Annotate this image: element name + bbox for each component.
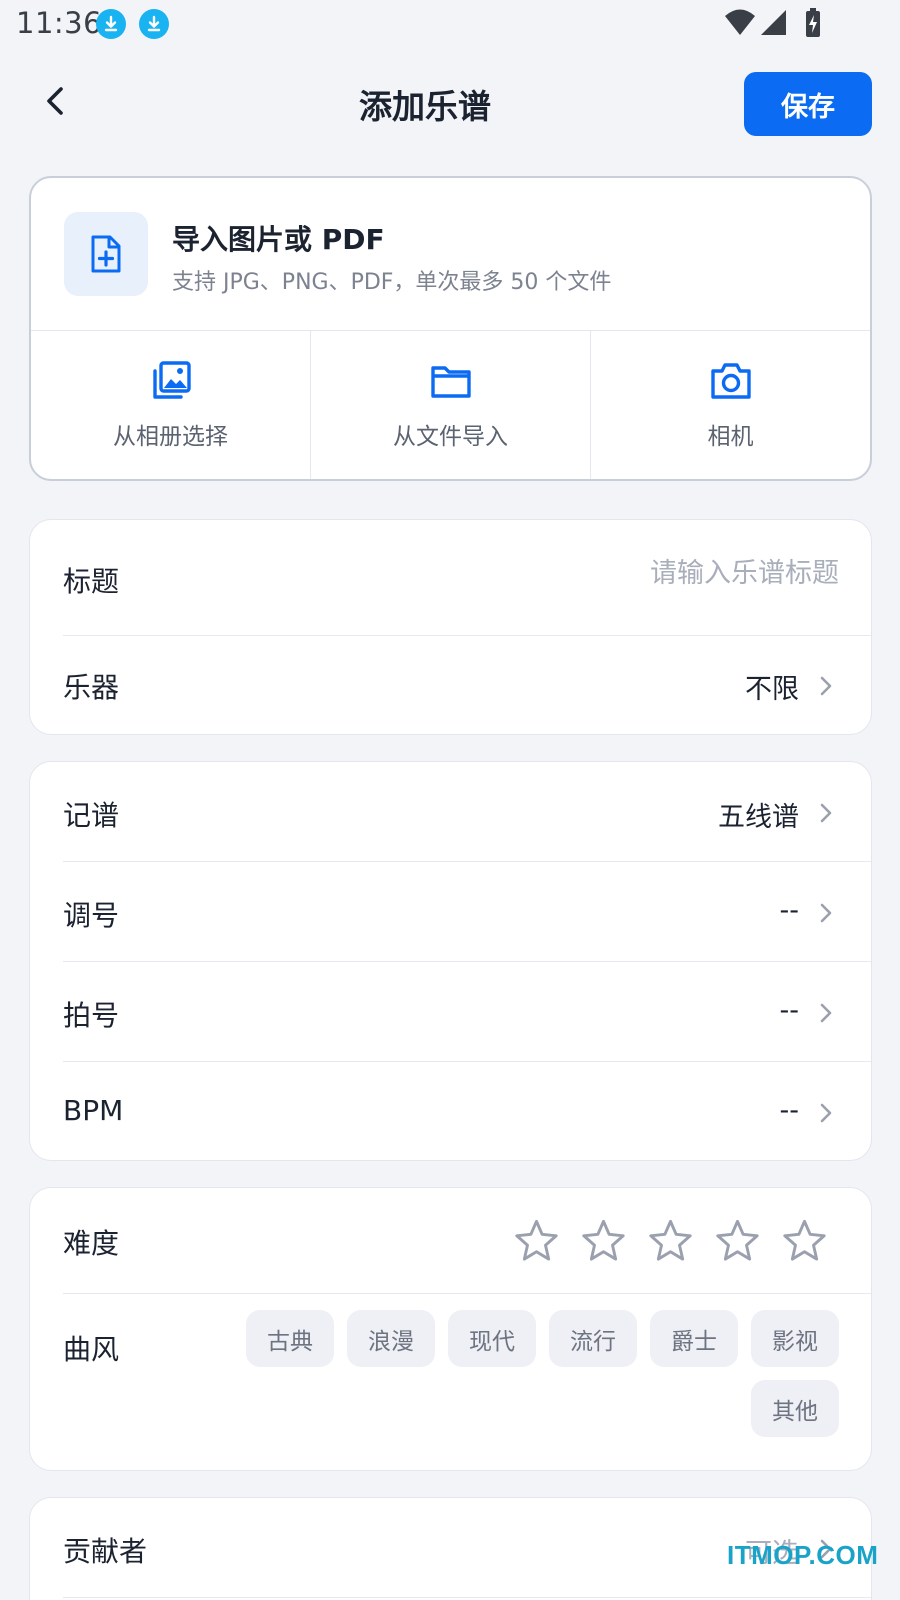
- notation-label: 记谱: [63, 799, 120, 832]
- watermark: ITMOP.COM: [727, 1540, 879, 1570]
- import-action-label: 相机: [707, 424, 754, 450]
- chevron-right-icon: [820, 676, 832, 696]
- genre-chip[interactable]: 流行: [549, 1310, 637, 1367]
- genre-chip[interactable]: 影视: [751, 1310, 839, 1367]
- notation-card: 记谱 五线谱 调号 -- 拍号 -- BPM --: [29, 761, 872, 1161]
- gallery-icon: [152, 361, 191, 399]
- genre-chips: 古典 浪漫 现代 流行 爵士 影视 其他: [240, 1310, 839, 1437]
- divider: [63, 1596, 871, 1598]
- genre-chip[interactable]: 其他: [751, 1380, 839, 1437]
- genre-label: 曲风: [63, 1333, 120, 1366]
- app-header: 添加乐谱 保存: [0, 60, 900, 140]
- status-bar: 11:36: [0, 0, 900, 48]
- bpm-value: --: [779, 1095, 800, 1126]
- battery-icon: [806, 8, 820, 37]
- import-from-camera-button[interactable]: 相机: [591, 331, 870, 479]
- import-subtitle: 支持 JPG、PNG、PDF，单次最多 50 个文件: [172, 270, 612, 295]
- genre-chip[interactable]: 浪漫: [347, 1310, 435, 1367]
- wifi-icon: [725, 9, 755, 35]
- genre-chip[interactable]: 现代: [448, 1310, 536, 1367]
- chevron-right-icon: [820, 1003, 832, 1023]
- camera-icon: [710, 363, 751, 399]
- time-signature-label: 拍号: [63, 999, 120, 1032]
- key-signature-value: --: [779, 895, 800, 926]
- title-row[interactable]: 标题: [30, 520, 871, 636]
- import-card: 导入图片或 PDF 支持 JPG、PNG、PDF，单次最多 50 个文件 从相册…: [29, 176, 872, 481]
- genre-row: 曲风 古典 浪漫 现代 流行 爵士 影视 其他: [30, 1188, 871, 1470]
- chevron-right-icon: [820, 903, 832, 923]
- page-title: 添加乐谱: [359, 87, 491, 126]
- title-label: 标题: [63, 565, 120, 598]
- import-action-label: 从相册选择: [113, 424, 228, 450]
- signal-icon: [761, 10, 786, 35]
- genre-chip[interactable]: 爵士: [650, 1310, 738, 1367]
- time-signature-value: --: [779, 995, 800, 1026]
- bpm-label: BPM: [63, 1094, 124, 1127]
- instrument-label: 乐器: [63, 671, 120, 704]
- chevron-right-icon: [820, 803, 832, 823]
- time-signature-row[interactable]: 拍号 --: [30, 962, 871, 1062]
- import-from-file-button[interactable]: 从文件导入: [311, 331, 591, 479]
- basic-info-card: 标题 乐器 不限: [29, 519, 872, 735]
- download-notification-icon: [96, 9, 126, 39]
- style-card: 难度 曲风 古典 浪漫 现代 流行 爵士 影视 其他: [29, 1187, 872, 1471]
- key-signature-row[interactable]: 调号 --: [30, 862, 871, 962]
- bpm-row[interactable]: BPM --: [30, 1062, 871, 1160]
- import-file-button[interactable]: [64, 212, 148, 296]
- import-actions: 从相册选择 从文件导入 相机: [31, 331, 870, 479]
- import-header[interactable]: 导入图片或 PDF 支持 JPG、PNG、PDF，单次最多 50 个文件: [31, 178, 870, 331]
- import-from-gallery-button[interactable]: 从相册选择: [31, 331, 311, 479]
- add-file-icon: [91, 235, 121, 273]
- import-title: 导入图片或 PDF: [172, 223, 385, 256]
- save-button[interactable]: 保存: [744, 72, 872, 136]
- genre-chip[interactable]: 古典: [246, 1310, 334, 1367]
- folder-icon: [430, 366, 471, 398]
- download-notification-icon: [139, 9, 169, 39]
- status-time: 11:36: [16, 6, 103, 40]
- instrument-value: 不限: [745, 674, 799, 705]
- notation-value: 五线谱: [718, 802, 799, 833]
- contributor-label: 贡献者: [63, 1535, 148, 1568]
- key-signature-label: 调号: [63, 899, 120, 932]
- import-action-label: 从文件导入: [393, 424, 508, 450]
- notation-row[interactable]: 记谱 五线谱: [30, 762, 871, 862]
- title-input[interactable]: [419, 558, 839, 589]
- instrument-row[interactable]: 乐器 不限: [30, 636, 871, 734]
- chevron-right-icon: [820, 1103, 832, 1123]
